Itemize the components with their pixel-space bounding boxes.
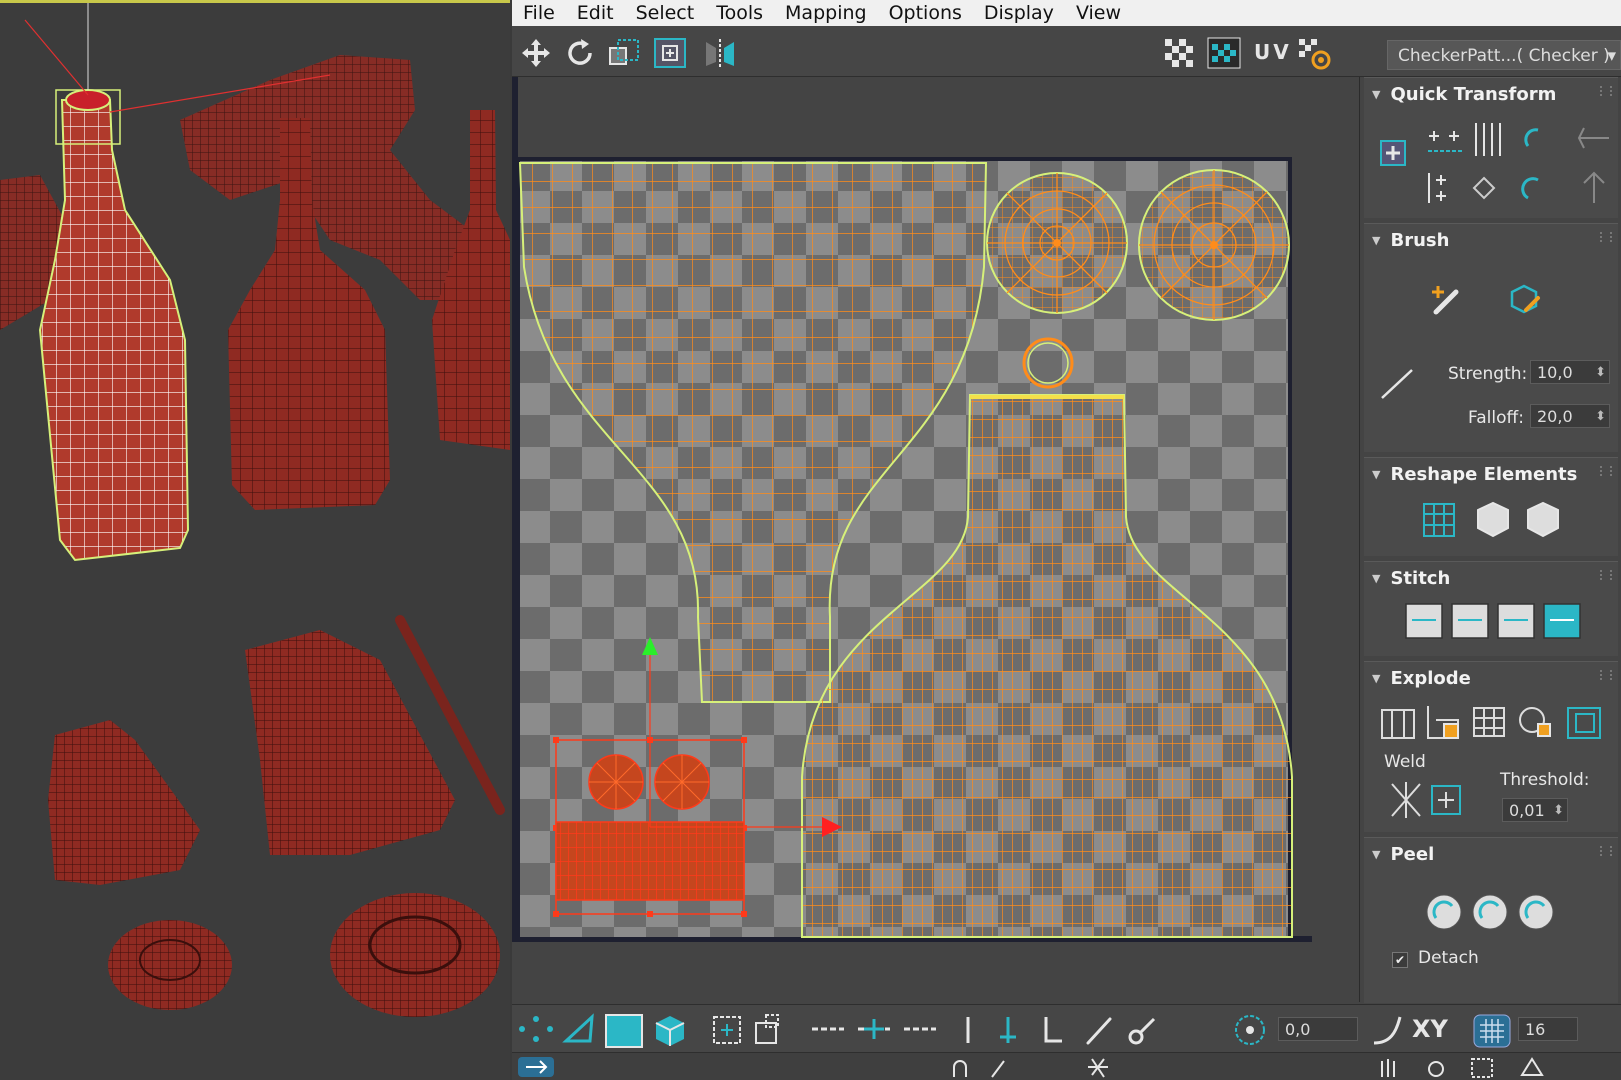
menu-edit[interactable]: Edit xyxy=(566,2,625,24)
bottom-status-bar xyxy=(512,1052,1621,1080)
viewport-active-border xyxy=(0,0,510,3)
strength-label: Strength: xyxy=(1448,364,1528,384)
falloff-spinner[interactable]: 20,0 xyxy=(1530,404,1610,429)
rollout-title-peel[interactable]: Peel xyxy=(1372,844,1434,865)
menu-mapping[interactable]: Mapping xyxy=(774,2,878,24)
rollout-title-explode[interactable]: Explode xyxy=(1372,668,1470,689)
freeform-icon[interactable] xyxy=(652,36,688,70)
menu-file[interactable]: File xyxy=(512,2,566,24)
align-tools-icons[interactable] xyxy=(1424,118,1574,208)
brush-falloff-icon[interactable] xyxy=(1378,364,1418,404)
align-extra-icons[interactable] xyxy=(1574,118,1614,208)
falloff-label: Falloff: xyxy=(1468,408,1524,428)
rollout-title-quick-transform[interactable]: Quick Transform xyxy=(1372,84,1556,105)
grip-icon xyxy=(1600,86,1612,96)
status-tool-icons[interactable] xyxy=(1372,1055,1612,1079)
rollout-reshape-elements: Reshape Elements xyxy=(1364,457,1618,556)
viewport-scene xyxy=(0,0,510,1017)
uv-toolbar: UV CheckerPatt...( Checker ) xyxy=(512,26,1621,77)
paint-brush-icon[interactable] xyxy=(1428,280,1468,320)
rotate-snap-icon[interactable] xyxy=(1230,1013,1270,1047)
peel-tools-icons[interactable] xyxy=(1424,890,1564,934)
threshold-spinner[interactable]: 0,01 xyxy=(1502,798,1568,823)
cone-small-mesh xyxy=(48,720,200,885)
bottom-toolbar: 0,0 XY 16 xyxy=(512,1004,1621,1053)
menu-tools[interactable]: Tools xyxy=(705,2,774,24)
select-edge-icon[interactable] xyxy=(562,1013,598,1045)
detach-checkbox[interactable]: ✔ xyxy=(1392,952,1408,968)
command-panel: Quick Transform Brush xyxy=(1359,77,1621,1003)
add-icon[interactable] xyxy=(1378,138,1408,168)
grip-icon xyxy=(1600,466,1612,476)
selected-bottle-mesh xyxy=(38,99,190,562)
texture-settings-icon[interactable] xyxy=(1296,36,1332,70)
select-face-icon[interactable] xyxy=(604,1013,644,1049)
grid-size-spinner[interactable]: 16 xyxy=(1518,1017,1578,1041)
move-icon[interactable] xyxy=(518,36,554,70)
grip-icon xyxy=(1600,846,1612,856)
reshape-tools-icons[interactable] xyxy=(1418,498,1568,542)
texture-checker-icon[interactable] xyxy=(1206,36,1242,70)
select-element-icon[interactable] xyxy=(652,1013,688,1047)
rotate-angle-spinner[interactable]: 0,0 xyxy=(1278,1017,1358,1041)
menu-display[interactable]: Display xyxy=(973,2,1065,24)
bottle-cap xyxy=(65,89,111,111)
grip-icon xyxy=(1600,670,1612,680)
loop-ring-icons[interactable] xyxy=(808,1013,948,1047)
grip-icon xyxy=(1600,570,1612,580)
misc-tool-icons[interactable] xyxy=(958,1013,1158,1047)
grid-snap-icon[interactable] xyxy=(1472,1013,1512,1049)
transform-mode-icon[interactable] xyxy=(516,1055,556,1079)
disc-large-mesh xyxy=(330,893,500,1017)
rollout-title-reshape[interactable]: Reshape Elements xyxy=(1372,464,1577,485)
mirror-icon[interactable] xyxy=(702,36,738,70)
curve-icon[interactable] xyxy=(1370,1013,1406,1047)
threshold-label: Threshold: xyxy=(1500,770,1590,790)
relax-brush-icon[interactable] xyxy=(1504,280,1544,320)
texture-dropdown[interactable]: CheckerPatt...( Checker ) xyxy=(1387,40,1621,71)
selection-mode-icons[interactable] xyxy=(710,1013,800,1047)
checker-display-icon[interactable] xyxy=(1162,36,1198,70)
rollout-title-stitch[interactable]: Stitch xyxy=(1372,568,1450,589)
detach-label: Detach xyxy=(1418,948,1479,968)
uv-canvas-svg xyxy=(512,77,1312,942)
uv-canvas[interactable] xyxy=(512,77,1355,1002)
grip-icon xyxy=(1600,232,1612,242)
menu-bar: File Edit Select Tools Mapping Options D… xyxy=(512,0,1621,26)
weld-tools-icons[interactable] xyxy=(1386,778,1466,822)
rollout-quick-transform: Quick Transform xyxy=(1364,77,1618,218)
rotate-icon[interactable] xyxy=(562,36,598,70)
viewport-3d[interactable] xyxy=(0,0,510,1080)
weld-label: Weld xyxy=(1384,752,1426,772)
scale-icon[interactable] xyxy=(606,36,642,70)
select-vertex-icon[interactable] xyxy=(516,1013,556,1045)
rollout-title-brush[interactable]: Brush xyxy=(1372,230,1449,251)
lock-and-tools-icons[interactable] xyxy=(942,1055,1142,1079)
menu-options[interactable]: Options xyxy=(878,2,973,24)
disc-small-mesh xyxy=(108,920,232,1010)
strength-spinner[interactable]: 10,0 xyxy=(1530,360,1610,385)
uv-editor-window: File Edit Select Tools Mapping Options D… xyxy=(512,0,1621,1080)
rollout-brush: Brush Strength: 10,0 Falloff: 20,0 xyxy=(1364,223,1618,452)
explode-tools-icons[interactable] xyxy=(1378,700,1613,744)
uv-label[interactable]: UV xyxy=(1254,40,1292,64)
rollout-peel: Peel ✔ Detach xyxy=(1364,837,1618,1003)
stitch-tools-icons[interactable] xyxy=(1404,600,1604,644)
xy-axis-toggle[interactable]: XY xyxy=(1412,1015,1448,1043)
rollout-explode: Explode Weld Threshold: 0,01 xyxy=(1364,661,1618,832)
menu-select[interactable]: Select xyxy=(625,2,706,24)
menu-view[interactable]: View xyxy=(1065,2,1132,24)
rollout-stitch: Stitch xyxy=(1364,561,1618,656)
